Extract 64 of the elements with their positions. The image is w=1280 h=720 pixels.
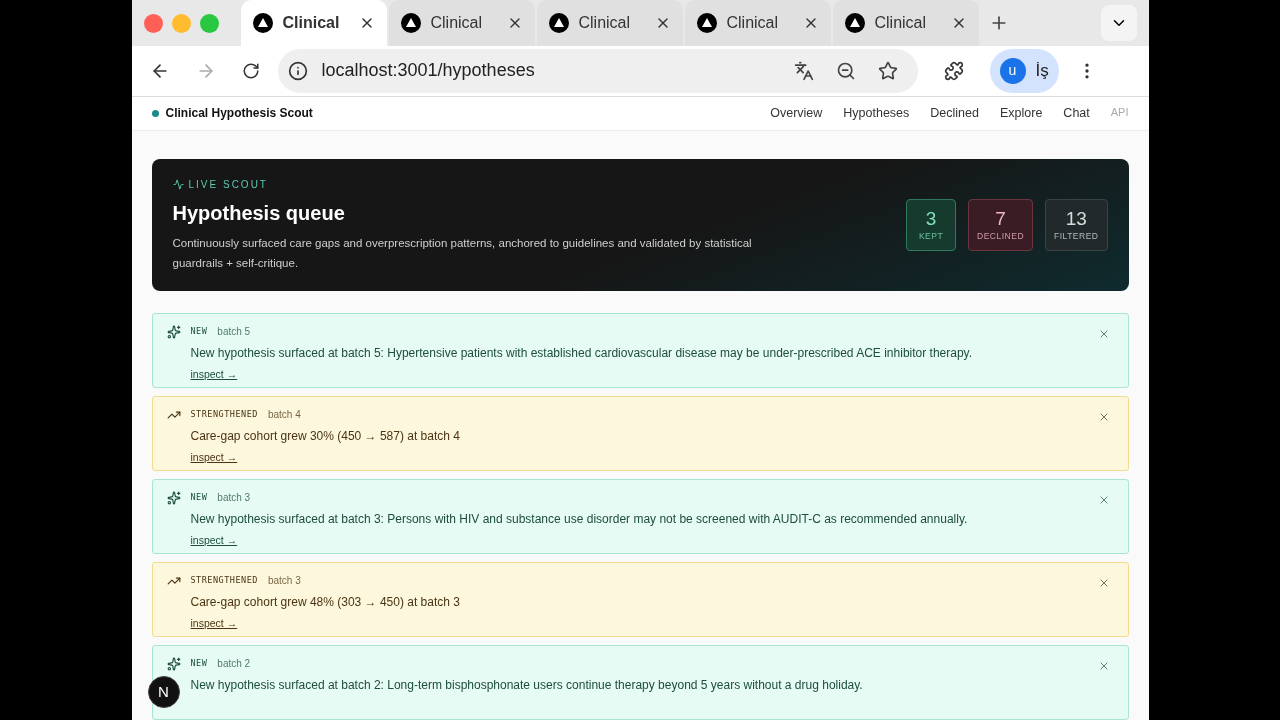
batch-label: batch 3 [217, 491, 251, 505]
inspect-link[interactable]: inspect → [190, 450, 238, 466]
zoom-icon[interactable] [835, 61, 856, 81]
event-tag: NEW [190, 657, 208, 670]
event-message: Care-gap cohort grew 30% (450 → 587) at batch 4 [190, 428, 461, 445]
info-icon[interactable] [287, 61, 308, 81]
triangle-logo-icon [548, 13, 569, 33]
event-tag: STRENGTHENED [190, 574, 258, 587]
batch-label: batch 2 [217, 657, 251, 671]
tab-title: Clinical [726, 13, 780, 33]
bookmark-star-icon[interactable] [877, 61, 898, 81]
tab-title: Clinical [874, 13, 928, 33]
inspect-link[interactable]: inspect → [190, 533, 238, 549]
translate-icon[interactable] [793, 61, 814, 81]
eyebrow-label: LIVE SCOUT [188, 178, 268, 192]
batch-label: batch 5 [217, 325, 251, 339]
tab-title: Clinical [430, 13, 484, 33]
page-title: Hypothesis queue [172, 201, 346, 226]
nav-link[interactable]: Hypotheses [843, 104, 910, 123]
sparkle-icon [166, 325, 181, 339]
reload-icon[interactable] [241, 62, 260, 80]
extensions-icon[interactable] [943, 61, 964, 81]
url-text: localhost:3001/hypotheses [321, 59, 536, 83]
stat-value: 3 [925, 207, 937, 230]
profile-label: İş [1035, 60, 1049, 83]
avatar: u [999, 58, 1026, 84]
nav-link[interactable]: Explore [999, 104, 1043, 123]
nav-link[interactable]: Chat [1063, 104, 1090, 123]
address-bar[interactable]: localhost:3001/hypotheses [277, 49, 918, 93]
browser-tab[interactable]: Clinical [240, 0, 387, 46]
event-tag: NEW [190, 325, 208, 338]
triangle-logo-icon [844, 13, 865, 33]
batch-label: batch 3 [267, 574, 301, 588]
triangle-logo-icon [252, 13, 273, 33]
batch-label: batch 4 [267, 408, 301, 422]
inspect-link[interactable]: inspect → [190, 616, 238, 632]
browser-tab[interactable]: Clinical [388, 0, 535, 46]
stat-value: 7 [995, 207, 1006, 230]
tab-title: Clinical [578, 13, 632, 33]
browser-tab[interactable]: Clinical [684, 0, 831, 46]
nav-link[interactable]: Overview [770, 104, 823, 123]
nav-link[interactable]: Declined [930, 104, 979, 123]
triangle-logo-icon [400, 13, 421, 33]
page-description: Continuously surfaced care gaps and overprescription patterns, anchored to guidelines and validated by statistical guardrails + self-critique. [172, 236, 753, 271]
event-tag: STRENGTHENED [190, 408, 258, 421]
triangle-logo-icon [696, 13, 717, 33]
inspect-link[interactable]: inspect → [190, 367, 238, 383]
event-message: New hypothesis surfaced at batch 5: Hypertensive patients with established cardiovascular disease may be under-prescribed ACE inhibitor therapy. [190, 345, 974, 362]
event-tag: NEW [190, 491, 208, 504]
event-message: Care-gap cohort grew 48% (303 → 450) at batch 3 [190, 594, 461, 611]
stat-label: KEPT [918, 229, 944, 243]
browser-tab[interactable]: Clinical [832, 0, 979, 46]
event-message: New hypothesis surfaced at batch 2: Long-term bisphosphonate users continue therapy beyond 5 years without a drug holiday. [190, 677, 864, 694]
sparkle-icon [166, 657, 181, 671]
profile-button[interactable]: u İş [989, 49, 1059, 93]
sparkle-icon [166, 491, 181, 505]
stat-label: DECLINED [977, 229, 1025, 243]
pulse-icon [172, 179, 184, 190]
tab-title: Clinical [282, 13, 341, 33]
stat-label: FILTERED [1054, 229, 1099, 243]
event-message: New hypothesis surfaced at batch 3: Persons with HIV and substance use disorder may not be screened with AUDIT-C as recommended annually. [190, 511, 969, 528]
browser-tab[interactable]: Clinical [536, 0, 683, 46]
brand-name: Clinical Hypothesis Scout [165, 105, 313, 123]
stat-value: 13 [1065, 207, 1087, 230]
